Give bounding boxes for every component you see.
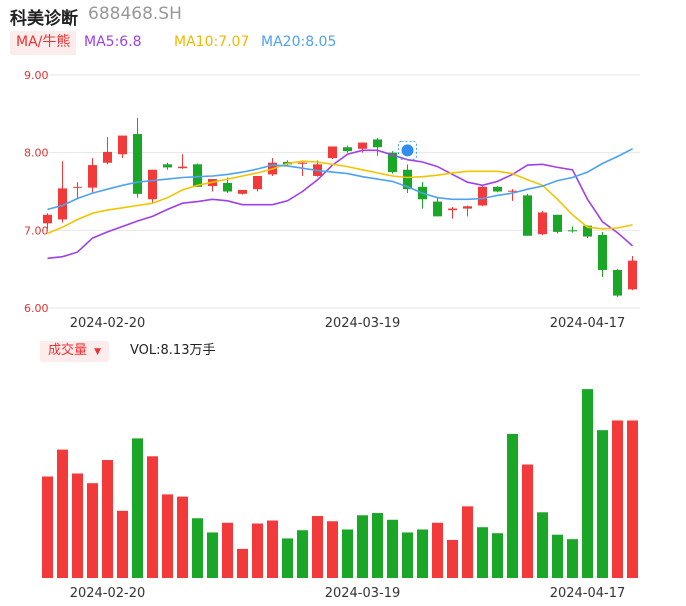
price-tick-label: 6.00 — [24, 302, 49, 315]
candle-body — [343, 147, 352, 152]
volume-bar — [312, 516, 323, 578]
volume-bar — [177, 496, 188, 578]
volume-bar — [522, 464, 533, 578]
date-tick-label: 2024-03-19 — [325, 316, 401, 331]
candle-body — [103, 151, 112, 163]
volume-bar — [432, 522, 443, 578]
volume-date-tick-label: 2024-02-20 — [70, 586, 146, 601]
candle-body — [463, 206, 472, 209]
candle-body — [43, 214, 52, 224]
date-tick-label: 2024-02-20 — [70, 316, 146, 331]
candle-body — [448, 208, 457, 211]
volume-bar — [477, 527, 488, 578]
volume-bar — [282, 538, 293, 578]
volume-bar — [552, 534, 563, 578]
volume-bar — [492, 533, 503, 578]
volume-bar — [567, 539, 578, 578]
candle-body — [223, 182, 232, 192]
candle-body — [628, 260, 637, 290]
candle-body — [613, 269, 622, 296]
volume-bar — [42, 476, 53, 578]
volume-bar — [402, 532, 413, 578]
price-tick-label: 9.00 — [24, 69, 49, 82]
volume-bar — [57, 449, 68, 578]
volume-bar — [267, 520, 278, 578]
candle-body — [88, 165, 97, 188]
volume-date-tick-label: 2024-04-17 — [550, 586, 626, 601]
candle-body — [553, 214, 562, 232]
candle-body — [373, 139, 382, 148]
volume-bar — [342, 529, 353, 578]
date-tick-label: 2024-04-17 — [550, 316, 626, 331]
candle-body — [598, 234, 607, 270]
candle-body — [163, 164, 172, 168]
volume-bar — [207, 532, 218, 578]
volume-bar — [72, 473, 83, 578]
volume-bar — [612, 420, 623, 578]
volume-bar — [357, 515, 368, 578]
candle-body — [433, 201, 442, 217]
volume-bar — [102, 460, 113, 578]
volume-bar — [147, 456, 158, 578]
candle-body — [193, 164, 202, 187]
volume-bar — [627, 420, 638, 578]
volume-bar — [192, 518, 203, 578]
volume-bar — [162, 494, 173, 578]
volume-bar — [582, 389, 593, 578]
candle-body — [328, 146, 337, 159]
volume-bar — [387, 519, 398, 578]
volume-bar — [372, 513, 383, 578]
volume-bar — [252, 523, 263, 578]
volume-bar — [132, 438, 143, 578]
volume-bar — [447, 539, 458, 578]
candle-body — [133, 134, 142, 194]
candle-body — [478, 186, 487, 206]
volume-bar — [537, 512, 548, 578]
candle-body — [493, 186, 502, 192]
price-tick-label: 8.00 — [24, 147, 49, 160]
candle-body — [523, 195, 532, 236]
volume-bar — [297, 530, 308, 578]
volume-bar — [417, 529, 428, 578]
candle-body — [238, 189, 247, 194]
volume-bar — [237, 548, 248, 578]
candle-body — [118, 135, 127, 155]
volume-bar — [462, 506, 473, 578]
candle-body — [358, 142, 367, 149]
event-marker-icon — [401, 144, 414, 157]
volume-date-tick-label: 2024-03-19 — [325, 586, 401, 601]
price-tick-label: 7.00 — [24, 224, 49, 237]
candle-body — [178, 166, 187, 169]
volume-bar — [507, 433, 518, 578]
candle-body — [253, 175, 262, 190]
candle-body — [73, 186, 82, 188]
volume-bar — [327, 521, 338, 578]
candle-body — [298, 162, 307, 164]
candle-body — [568, 230, 577, 232]
candle-body — [538, 212, 547, 235]
volume-bar — [117, 510, 128, 578]
price-volume-chart[interactable]: 9.00 8.00 7.00 6.00 2024-02-20 2024-03-19 2024… — [0, 0, 686, 606]
candle-body — [148, 169, 157, 200]
volume-bar — [222, 522, 233, 578]
volume-bar — [87, 483, 98, 578]
volume-bar — [597, 430, 608, 578]
